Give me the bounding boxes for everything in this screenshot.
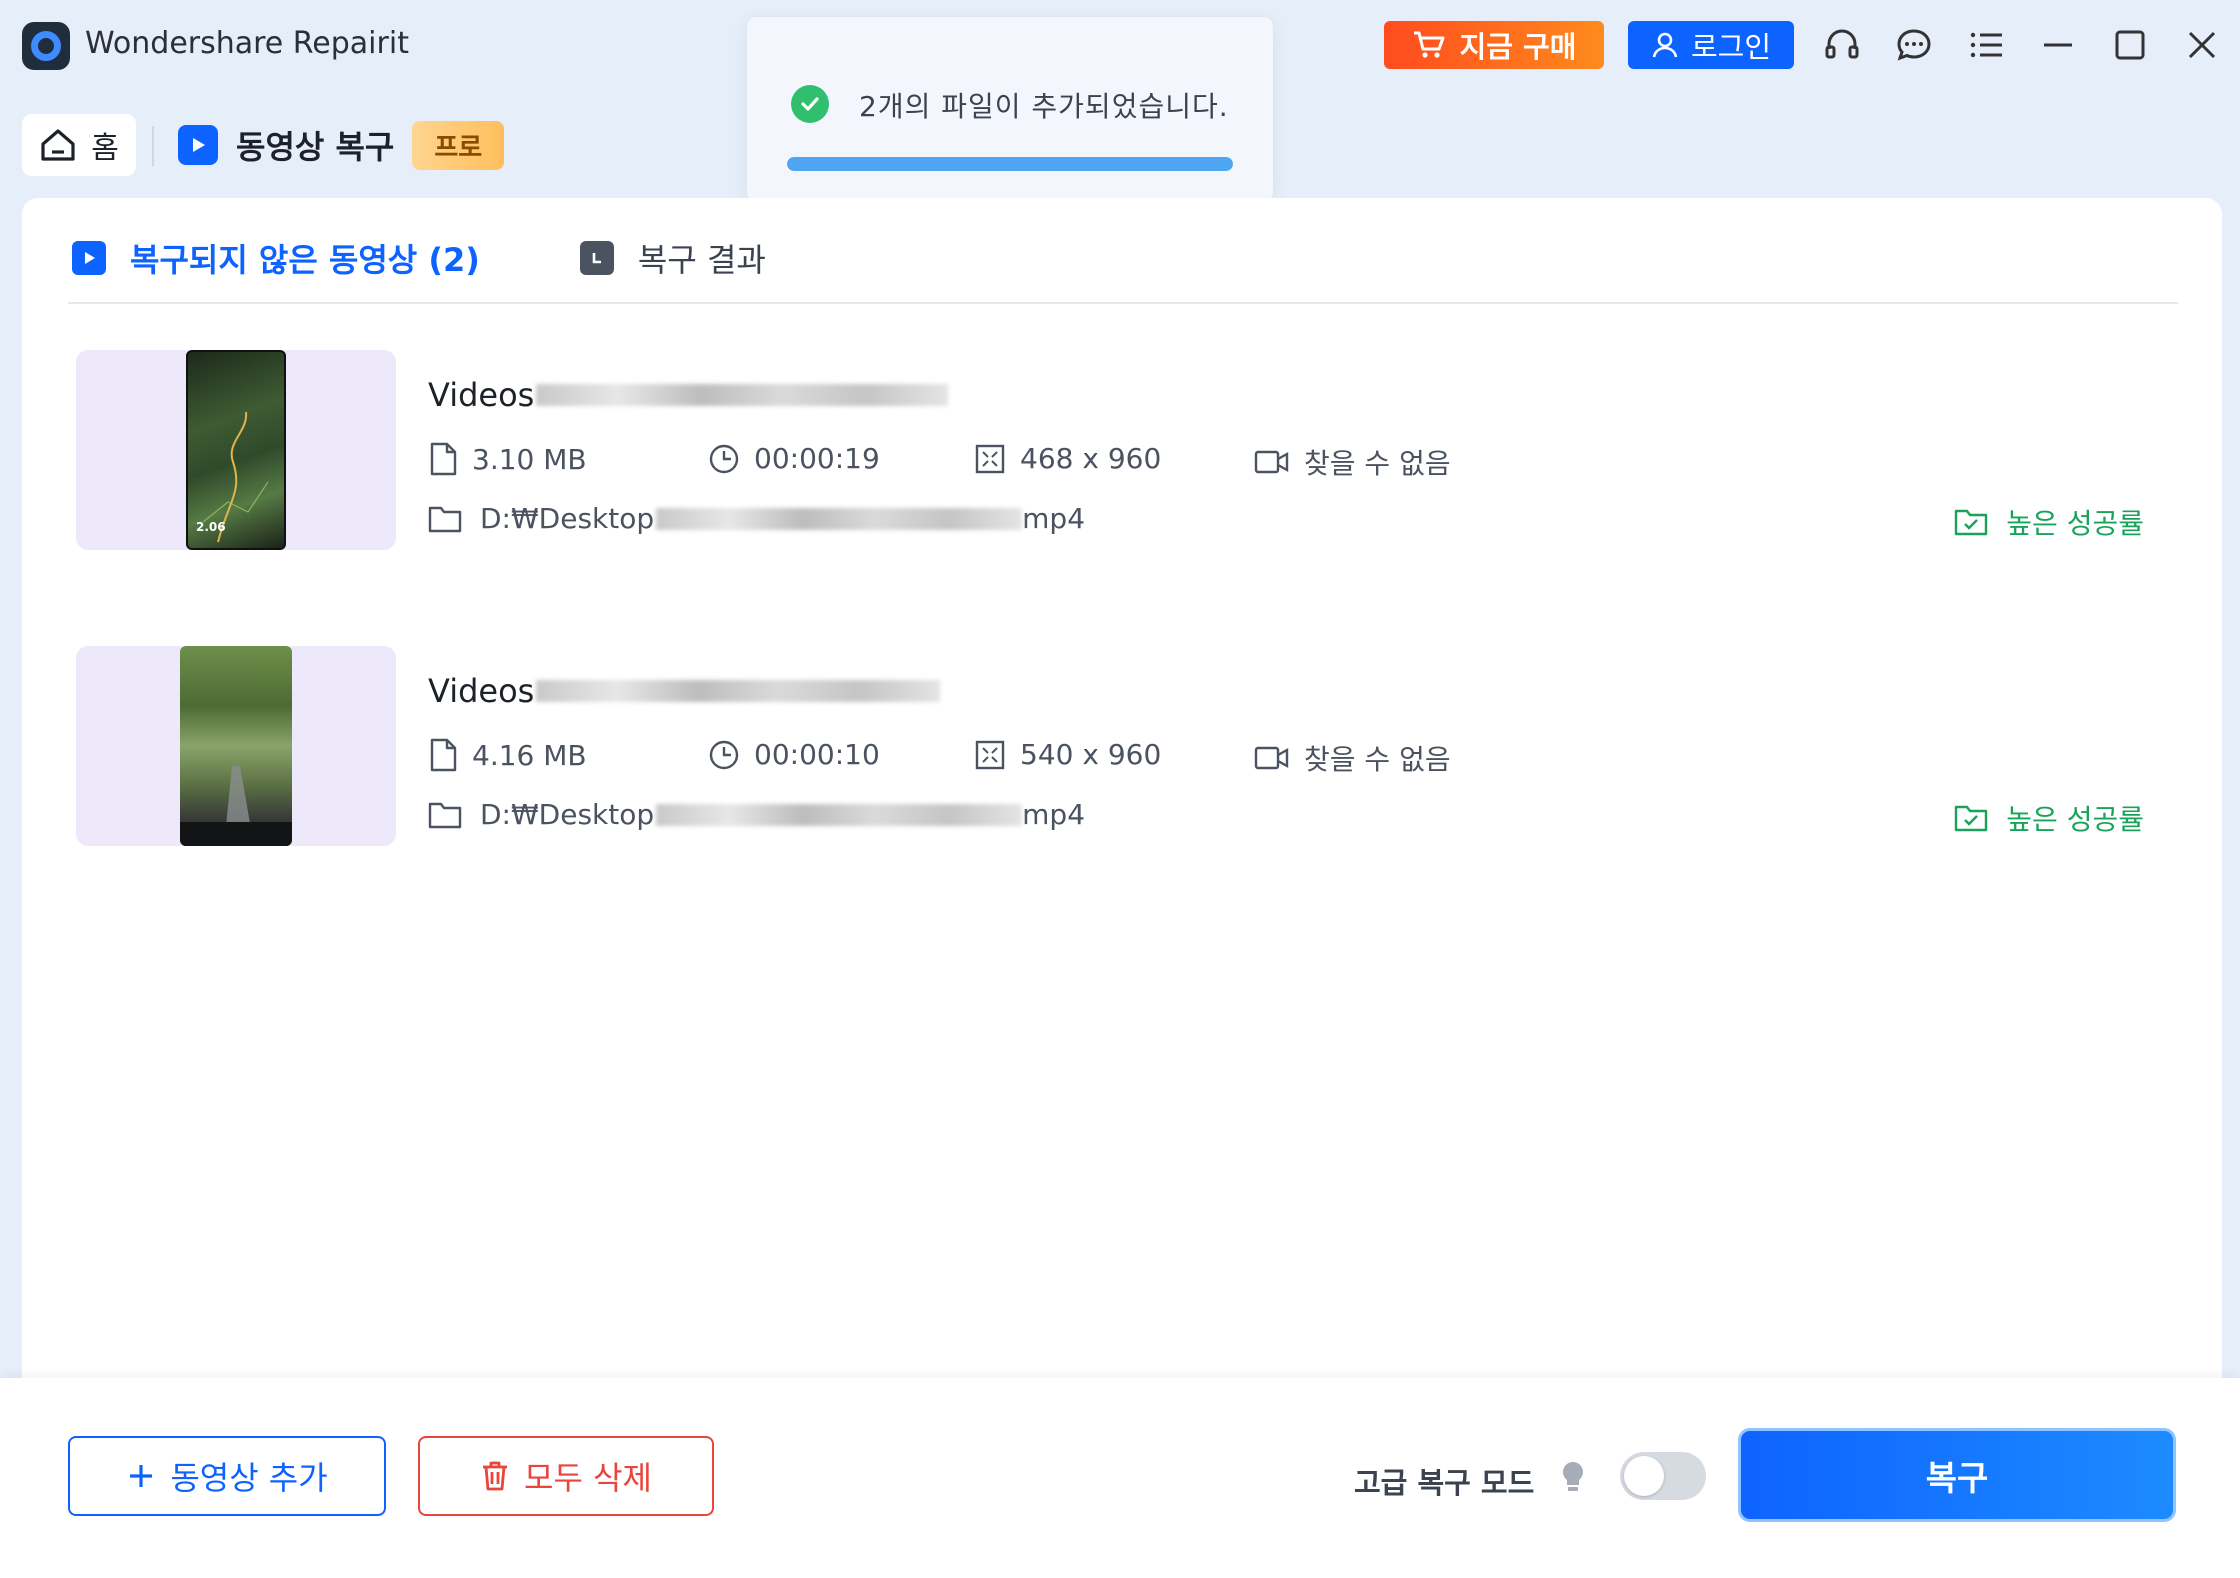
feedback-chat-icon[interactable] <box>1890 21 1938 69</box>
breadcrumb: 동영상 복구 프로 <box>178 120 505 170</box>
file-resolution: 540 x 960 <box>1020 738 1162 771</box>
resolution-icon <box>975 444 1005 473</box>
folder-check-icon <box>1955 805 1988 832</box>
path-prefix: D:₩Desktop <box>480 798 655 831</box>
success-rate-status: 높은 성공률 <box>1954 798 2144 838</box>
result-document-icon <box>579 241 614 275</box>
file-path: D:₩Desktop mp4 <box>428 502 1085 535</box>
home-label: 홈 <box>91 131 119 166</box>
file-size: 3.10 MB <box>472 442 587 476</box>
toast-notification: 2개의 파일이 추가되었습니다. <box>746 16 1274 202</box>
home-icon <box>41 129 75 161</box>
tab-divider <box>68 302 2178 304</box>
redacted-filename <box>536 384 949 406</box>
file-resolution: 468 x 960 <box>1020 442 1162 475</box>
app-title: Wondershare Repairit <box>85 26 409 61</box>
tab-repair-results[interactable]: 복구 결과 <box>579 228 766 288</box>
video-list-icon <box>72 241 106 275</box>
video-file-row[interactable]: Videos 4.16 MB 00:00:10 540 x 960 찾을 수 없… <box>76 646 2186 846</box>
advanced-repair-toggle[interactable] <box>1620 1452 1706 1500</box>
support-headset-icon[interactable] <box>1818 21 1866 69</box>
advanced-repair-label: 고급 복구 모드 <box>1354 1466 1535 1500</box>
redacted-path <box>656 803 1023 826</box>
thumbnail-overlay-text: 2.06 <box>196 520 226 534</box>
toggle-knob <box>1624 1456 1664 1496</box>
success-rate-label: 높은 성공률 <box>2006 803 2144 836</box>
file-size: 4.16 MB <box>472 738 587 772</box>
resolution-icon <box>975 740 1005 769</box>
forest-road-graphic <box>180 766 292 846</box>
folder-icon <box>428 506 462 532</box>
camera-model: 찾을 수 없음 <box>1304 447 1451 480</box>
file-duration: 00:00:19 <box>754 442 880 475</box>
redacted-filename <box>536 680 941 702</box>
file-name-prefix: Videos <box>428 376 535 414</box>
cart-icon <box>1413 31 1445 58</box>
file-duration: 00:00:10 <box>754 738 880 771</box>
bottom-action-bar: 동영상 추가 모두 삭제 고급 복구 모드 복구 <box>0 1378 2240 1578</box>
tab-label: 복구되지 않은 동영상 (2) <box>130 241 480 279</box>
video-file-row[interactable]: 2.06 Videos 3.10 MB 00:00:19 468 x 960 찾… <box>76 350 2186 550</box>
file-name: Videos <box>428 376 949 414</box>
folder-icon <box>428 802 462 828</box>
redacted-path <box>656 507 1023 530</box>
user-icon <box>1652 32 1678 58</box>
section-title: 동영상 복구 <box>236 128 395 166</box>
delete-all-label: 모두 삭제 <box>524 1459 652 1497</box>
menu-list-icon[interactable] <box>1962 21 2010 69</box>
video-thumbnail <box>76 646 396 846</box>
buy-now-button[interactable]: 지금 구매 <box>1384 21 1604 69</box>
toast-progress-fill <box>787 157 1233 171</box>
maximize-icon[interactable] <box>2106 21 2154 69</box>
login-button[interactable]: 로그인 <box>1628 21 1794 69</box>
app-logo <box>22 22 70 70</box>
toast-progress <box>787 157 1233 171</box>
main-panel: 복구되지 않은 동영상 (2) 복구 결과 2.06 Videos 3.10 M… <box>22 198 2222 1378</box>
delete-all-button[interactable]: 모두 삭제 <box>418 1436 714 1516</box>
buy-now-label: 지금 구매 <box>1459 30 1577 64</box>
tab-bar: 복구되지 않은 동영상 (2) 복구 결과 <box>72 228 766 288</box>
close-icon[interactable] <box>2178 21 2226 69</box>
add-video-button[interactable]: 동영상 추가 <box>68 1436 386 1516</box>
file-name: Videos <box>428 672 941 710</box>
camera-icon <box>1254 746 1289 770</box>
file-path: D:₩Desktop mp4 <box>428 798 1085 831</box>
file-size-icon <box>430 738 457 772</box>
clock-icon <box>709 740 739 769</box>
video-thumbnail: 2.06 <box>76 350 396 550</box>
success-rate-label: 높은 성공률 <box>2006 507 2144 540</box>
check-circle-icon <box>791 85 829 123</box>
camera-model: 찾을 수 없음 <box>1304 743 1451 776</box>
add-video-label: 동영상 추가 <box>170 1459 328 1497</box>
file-meta: 3.10 MB 00:00:19 468 x 960 찾을 수 없음 <box>428 442 1528 482</box>
home-button[interactable]: 홈 <box>22 114 136 176</box>
minimize-icon[interactable] <box>2034 21 2082 69</box>
repair-button[interactable]: 복구 <box>1738 1428 2176 1522</box>
tab-unrepaired-videos[interactable]: 복구되지 않은 동영상 (2) <box>72 228 480 288</box>
pro-badge: 프로 <box>412 120 505 170</box>
path-suffix: mp4 <box>1022 798 1086 831</box>
login-label: 로그인 <box>1690 30 1772 64</box>
file-size-icon <box>430 442 457 476</box>
trash-icon <box>483 1461 508 1491</box>
video-repair-icon <box>178 125 218 165</box>
folder-check-icon <box>1955 509 1988 536</box>
toast-message: 2개의 파일이 추가되었습니다. <box>859 90 1229 123</box>
nav-divider <box>152 126 154 166</box>
path-suffix: mp4 <box>1022 502 1086 535</box>
file-meta: 4.16 MB 00:00:10 540 x 960 찾을 수 없음 <box>428 738 1528 778</box>
lightbulb-info-icon[interactable] <box>1560 1460 1586 1494</box>
clock-icon <box>709 444 739 473</box>
plus-icon <box>130 1465 153 1487</box>
camera-icon <box>1254 450 1289 474</box>
success-rate-status: 높은 성공률 <box>1954 502 2144 542</box>
tab-label: 복구 결과 <box>637 241 766 279</box>
file-name-prefix: Videos <box>428 672 535 710</box>
repair-label: 복구 <box>1925 1458 1989 1499</box>
path-prefix: D:₩Desktop <box>480 502 655 535</box>
